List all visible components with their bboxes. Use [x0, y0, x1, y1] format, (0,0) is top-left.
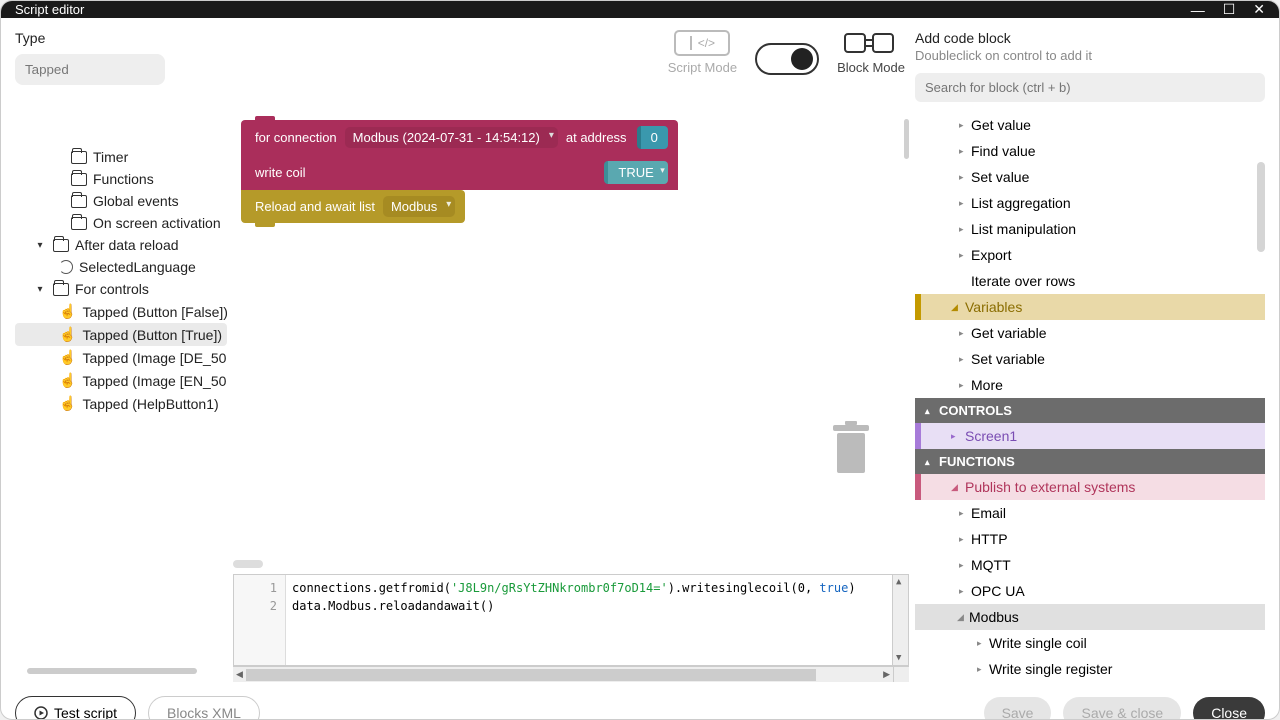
search-input[interactable]: [915, 73, 1265, 102]
tree-item[interactable]: ▾After data reload: [15, 234, 227, 256]
palette-item[interactable]: ▸Email: [915, 500, 1265, 526]
address-value[interactable]: 0: [637, 126, 668, 149]
save-button[interactable]: Save: [984, 697, 1052, 720]
canvas-h-scroll[interactable]: [233, 560, 263, 568]
palette-item[interactable]: ▸Get variable: [915, 320, 1265, 346]
tree-item[interactable]: ☝Tapped (Button [False]): [15, 300, 227, 323]
palette-item[interactable]: ▸HTTP: [915, 526, 1265, 552]
tree-item[interactable]: SelectedLanguage: [15, 256, 227, 278]
blocks-xml-button[interactable]: Blocks XML: [148, 696, 260, 720]
palette-item[interactable]: ▸Set value: [915, 164, 1265, 190]
tree-h-scroll[interactable]: [27, 668, 197, 674]
save-close-button[interactable]: Save & close: [1063, 697, 1181, 720]
tree-item[interactable]: ▾For controls: [15, 278, 227, 300]
folder-icon: [71, 173, 87, 186]
palette-item[interactable]: ◢Variables: [915, 294, 1265, 320]
palette-item[interactable]: ▸More: [915, 372, 1265, 398]
tap-icon: ☝: [59, 303, 76, 320]
palette-item[interactable]: ▸Write single coil: [915, 630, 1265, 656]
script-mode-icon: </>: [674, 30, 730, 56]
close-button[interactable]: Close: [1193, 697, 1265, 720]
code-v-scrollbar[interactable]: ▲▼: [892, 575, 908, 665]
code-gutter: 1 2: [234, 575, 286, 665]
palette-item[interactable]: ▸OPC UA: [915, 578, 1265, 604]
folder-icon: [53, 239, 69, 252]
script-mode-label: Script Mode: [668, 60, 737, 75]
block-write-coil[interactable]: write coil TRUE: [241, 155, 678, 190]
palette-item[interactable]: ▸List manipulation: [915, 216, 1265, 242]
tree-item[interactable]: ☝Tapped (HelpButton1): [15, 392, 227, 415]
coil-value-dropdown[interactable]: TRUE: [604, 161, 667, 184]
folder-icon: [71, 195, 87, 208]
tree-item[interactable]: On screen activation: [15, 212, 227, 234]
palette-item[interactable]: ▴FUNCTIONS: [915, 449, 1265, 474]
palette-item[interactable]: ▸List aggregation: [915, 190, 1265, 216]
minimize-icon[interactable]: —: [1191, 1, 1205, 18]
tree-item[interactable]: ☝Tapped (Button [True]): [15, 323, 227, 346]
palette-item[interactable]: ▸Screen1: [915, 423, 1265, 449]
block-canvas[interactable]: for connection Modbus (2024-07-31 - 14:5…: [233, 112, 909, 556]
mode-toggle[interactable]: [755, 43, 819, 75]
palette-item[interactable]: ▸Set variable: [915, 346, 1265, 372]
code-editor[interactable]: 1 2 connections.getfromid('J8L9n/gRsYtZH…: [233, 574, 909, 666]
palette-item[interactable]: ▴CONTROLS: [915, 398, 1265, 423]
trash-icon[interactable]: [831, 421, 871, 476]
tap-icon: ☝: [59, 326, 76, 343]
titlebar: Script editor — ☐ ✕: [1, 1, 1279, 18]
block-mode-label: Block Mode: [837, 60, 905, 75]
tap-icon: ☝: [59, 349, 76, 366]
palette-item[interactable]: ▸MQTT: [915, 552, 1265, 578]
tree-item[interactable]: Timer: [15, 146, 227, 168]
tree-item[interactable]: ☝Tapped (Image [DE_50.p: [15, 346, 227, 369]
maximize-icon[interactable]: ☐: [1223, 1, 1236, 18]
block-mode-icon: [844, 30, 898, 56]
folder-icon: [71, 151, 87, 164]
add-block-title: Add code block: [915, 30, 1265, 46]
palette-item[interactable]: ◢Publish to external systems: [915, 474, 1265, 500]
connection-dropdown[interactable]: Modbus (2024-07-31 - 14:54:12): [345, 127, 558, 148]
reload-target-dropdown[interactable]: Modbus: [383, 196, 455, 217]
tree-item[interactable]: ☝Tapped (Image [EN_50.p: [15, 369, 227, 392]
block-for-connection[interactable]: for connection Modbus (2024-07-31 - 14:5…: [241, 120, 678, 155]
palette-item[interactable]: ◢Modbus: [915, 604, 1265, 630]
reload-icon: [59, 260, 73, 274]
code-h-scrollbar[interactable]: ◀▶: [233, 666, 909, 682]
type-input[interactable]: [15, 54, 165, 85]
type-label: Type: [15, 30, 227, 46]
add-block-hint: Doubleclick on control to add it: [915, 48, 1265, 63]
tap-icon: ☝: [59, 395, 76, 412]
play-icon: [34, 706, 48, 720]
canvas-scrollbar[interactable]: [904, 119, 909, 159]
test-script-button[interactable]: Test script: [15, 696, 136, 720]
tree-item[interactable]: Global events: [15, 190, 227, 212]
window-title: Script editor: [15, 2, 1191, 17]
palette-item[interactable]: Iterate over rows: [915, 268, 1265, 294]
palette-item[interactable]: ▸Write single register: [915, 656, 1265, 682]
folder-icon: [71, 217, 87, 230]
tap-icon: ☝: [59, 372, 76, 389]
event-tree: TimerFunctionsGlobal eventsOn screen act…: [15, 112, 227, 682]
close-icon[interactable]: ✕: [1253, 1, 1265, 18]
block-reload-await[interactable]: Reload and await list Modbus: [241, 190, 465, 223]
palette-item[interactable]: ▸Find value: [915, 138, 1265, 164]
palette-item[interactable]: ▸Get value: [915, 112, 1265, 138]
palette-item[interactable]: ▸Export: [915, 242, 1265, 268]
tree-item[interactable]: Functions: [15, 168, 227, 190]
folder-icon: [53, 283, 69, 296]
block-palette: ▸Get value▸Find value▸Set value▸List agg…: [915, 112, 1265, 682]
